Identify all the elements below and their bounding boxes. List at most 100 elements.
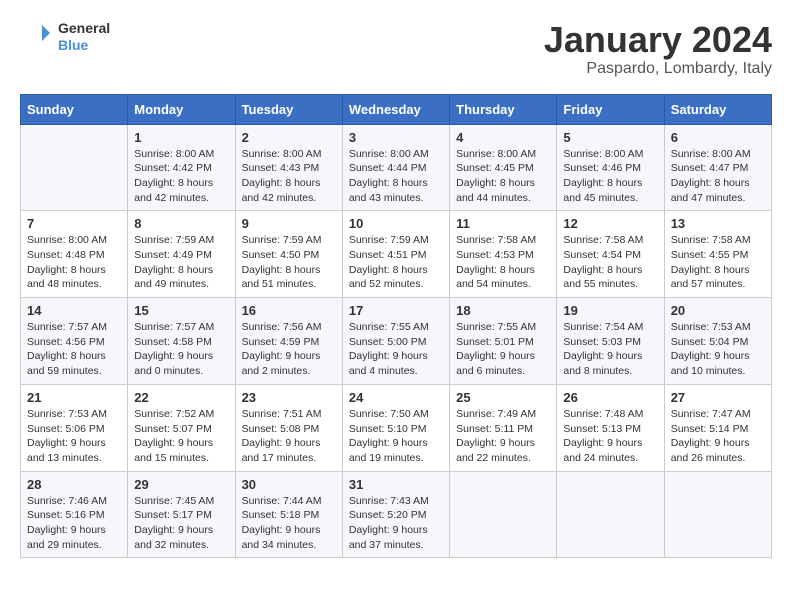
day-info: Sunrise: 7:50 AM Sunset: 5:10 PM Dayligh… <box>349 407 443 466</box>
day-info: Sunrise: 7:43 AM Sunset: 5:20 PM Dayligh… <box>349 494 443 553</box>
calendar-cell <box>557 471 664 558</box>
day-number: 26 <box>563 390 657 405</box>
day-info: Sunrise: 7:44 AM Sunset: 5:18 PM Dayligh… <box>242 494 336 553</box>
weekday-header: Sunday <box>21 94 128 124</box>
calendar-cell: 30 Sunrise: 7:44 AM Sunset: 5:18 PM Dayli… <box>235 471 342 558</box>
day-number: 28 <box>27 477 121 492</box>
calendar-cell: 27 Sunrise: 7:47 AM Sunset: 5:14 PM Dayli… <box>664 384 771 471</box>
logo-general: General <box>58 20 110 37</box>
day-info: Sunrise: 8:00 AM Sunset: 4:45 PM Dayligh… <box>456 147 550 206</box>
day-number: 13 <box>671 216 765 231</box>
calendar-cell: 15 Sunrise: 7:57 AM Sunset: 4:58 PM Dayli… <box>128 298 235 385</box>
day-info: Sunrise: 7:57 AM Sunset: 4:56 PM Dayligh… <box>27 320 121 379</box>
day-number: 9 <box>242 216 336 231</box>
calendar-cell: 20 Sunrise: 7:53 AM Sunset: 5:04 PM Dayli… <box>664 298 771 385</box>
day-number: 5 <box>563 130 657 145</box>
logo-graphic <box>20 21 52 53</box>
calendar-week-row: 1Sunrise: 8:00 AM Sunset: 4:42 PM Daylig… <box>21 124 772 211</box>
day-number: 27 <box>671 390 765 405</box>
calendar-cell: 22Sunrise: 7:52 AM Sunset: 5:07 PM Dayli… <box>128 384 235 471</box>
day-number: 10 <box>349 216 443 231</box>
day-info: Sunrise: 7:53 AM Sunset: 5:04 PM Dayligh… <box>671 320 765 379</box>
day-info: Sunrise: 7:59 AM Sunset: 4:49 PM Dayligh… <box>134 233 228 292</box>
calendar-cell: 14 Sunrise: 7:57 AM Sunset: 4:56 PM Dayli… <box>21 298 128 385</box>
day-number: 17 <box>349 303 443 318</box>
day-number: 16 <box>242 303 336 318</box>
calendar-cell: 5 Sunrise: 8:00 AM Sunset: 4:46 PM Daylig… <box>557 124 664 211</box>
logo-blue: Blue <box>58 37 110 54</box>
calendar-cell: 16 Sunrise: 7:56 AM Sunset: 4:59 PM Dayli… <box>235 298 342 385</box>
day-info: Sunrise: 8:00 AM Sunset: 4:46 PM Dayligh… <box>563 147 657 206</box>
weekday-header: Saturday <box>664 94 771 124</box>
day-number: 21 <box>27 390 121 405</box>
calendar-cell <box>21 124 128 211</box>
logo-container: General Blue <box>20 20 110 54</box>
calendar-cell: 9Sunrise: 7:59 AM Sunset: 4:50 PM Daylig… <box>235 211 342 298</box>
day-number: 19 <box>563 303 657 318</box>
calendar-cell: 12Sunrise: 7:58 AM Sunset: 4:54 PM Dayli… <box>557 211 664 298</box>
calendar-cell: 2 Sunrise: 8:00 AM Sunset: 4:43 PM Daylig… <box>235 124 342 211</box>
calendar-cell: 24 Sunrise: 7:50 AM Sunset: 5:10 PM Dayli… <box>342 384 449 471</box>
logo-text: General Blue <box>58 20 110 54</box>
location-subtitle: Paspardo, Lombardy, Italy <box>544 60 772 78</box>
day-number: 29 <box>134 477 228 492</box>
weekday-header: Friday <box>557 94 664 124</box>
day-number: 30 <box>242 477 336 492</box>
weekday-header: Tuesday <box>235 94 342 124</box>
logo: General Blue <box>20 20 110 54</box>
day-number: 14 <box>27 303 121 318</box>
calendar-week-row: 7Sunrise: 8:00 AM Sunset: 4:48 PM Daylig… <box>21 211 772 298</box>
calendar-cell <box>664 471 771 558</box>
calendar-cell: 29 Sunrise: 7:45 AM Sunset: 5:17 PM Dayli… <box>128 471 235 558</box>
day-number: 4 <box>456 130 550 145</box>
calendar-cell: 7Sunrise: 8:00 AM Sunset: 4:48 PM Daylig… <box>21 211 128 298</box>
month-title: January 2024 <box>544 20 772 60</box>
day-number: 2 <box>242 130 336 145</box>
day-number: 11 <box>456 216 550 231</box>
calendar-cell: 3 Sunrise: 8:00 AM Sunset: 4:44 PM Daylig… <box>342 124 449 211</box>
calendar-cell: 17 Sunrise: 7:55 AM Sunset: 5:00 PM Dayli… <box>342 298 449 385</box>
day-info: Sunrise: 7:55 AM Sunset: 5:00 PM Dayligh… <box>349 320 443 379</box>
day-info: Sunrise: 8:00 AM Sunset: 4:42 PM Dayligh… <box>134 147 228 206</box>
day-info: Sunrise: 7:56 AM Sunset: 4:59 PM Dayligh… <box>242 320 336 379</box>
day-info: Sunrise: 7:46 AM Sunset: 5:16 PM Dayligh… <box>27 494 121 553</box>
page-header: General Blue January 2024 Paspardo, Lomb… <box>20 20 772 78</box>
day-number: 25 <box>456 390 550 405</box>
day-number: 24 <box>349 390 443 405</box>
day-info: Sunrise: 7:58 AM Sunset: 4:54 PM Dayligh… <box>563 233 657 292</box>
day-info: Sunrise: 7:54 AM Sunset: 5:03 PM Dayligh… <box>563 320 657 379</box>
day-number: 7 <box>27 216 121 231</box>
day-info: Sunrise: 8:00 AM Sunset: 4:44 PM Dayligh… <box>349 147 443 206</box>
calendar-cell: 8Sunrise: 7:59 AM Sunset: 4:49 PM Daylig… <box>128 211 235 298</box>
day-info: Sunrise: 7:58 AM Sunset: 4:55 PM Dayligh… <box>671 233 765 292</box>
calendar-cell: 11Sunrise: 7:58 AM Sunset: 4:53 PM Dayli… <box>450 211 557 298</box>
day-info: Sunrise: 7:51 AM Sunset: 5:08 PM Dayligh… <box>242 407 336 466</box>
day-info: Sunrise: 7:45 AM Sunset: 5:17 PM Dayligh… <box>134 494 228 553</box>
day-number: 18 <box>456 303 550 318</box>
calendar-week-row: 21 Sunrise: 7:53 AM Sunset: 5:06 PM Dayli… <box>21 384 772 471</box>
calendar-cell: 28 Sunrise: 7:46 AM Sunset: 5:16 PM Dayli… <box>21 471 128 558</box>
header-row: SundayMondayTuesdayWednesdayThursdayFrid… <box>21 94 772 124</box>
day-info: Sunrise: 7:53 AM Sunset: 5:06 PM Dayligh… <box>27 407 121 466</box>
calendar-week-row: 28 Sunrise: 7:46 AM Sunset: 5:16 PM Dayli… <box>21 471 772 558</box>
day-info: Sunrise: 7:57 AM Sunset: 4:58 PM Dayligh… <box>134 320 228 379</box>
calendar-cell: 26 Sunrise: 7:48 AM Sunset: 5:13 PM Dayli… <box>557 384 664 471</box>
day-number: 3 <box>349 130 443 145</box>
day-info: Sunrise: 7:47 AM Sunset: 5:14 PM Dayligh… <box>671 407 765 466</box>
day-info: Sunrise: 7:52 AM Sunset: 5:07 PM Dayligh… <box>134 407 228 466</box>
day-info: Sunrise: 7:59 AM Sunset: 4:51 PM Dayligh… <box>349 233 443 292</box>
day-number: 15 <box>134 303 228 318</box>
calendar-cell: 21 Sunrise: 7:53 AM Sunset: 5:06 PM Dayli… <box>21 384 128 471</box>
calendar-cell: 4 Sunrise: 8:00 AM Sunset: 4:45 PM Daylig… <box>450 124 557 211</box>
day-info: Sunrise: 8:00 AM Sunset: 4:43 PM Dayligh… <box>242 147 336 206</box>
calendar-cell: 19 Sunrise: 7:54 AM Sunset: 5:03 PM Dayli… <box>557 298 664 385</box>
day-number: 6 <box>671 130 765 145</box>
calendar-cell: 6Sunrise: 8:00 AM Sunset: 4:47 PM Daylig… <box>664 124 771 211</box>
day-number: 31 <box>349 477 443 492</box>
weekday-header: Wednesday <box>342 94 449 124</box>
day-number: 20 <box>671 303 765 318</box>
day-info: Sunrise: 7:48 AM Sunset: 5:13 PM Dayligh… <box>563 407 657 466</box>
title-block: January 2024 Paspardo, Lombardy, Italy <box>544 20 772 78</box>
weekday-header: Monday <box>128 94 235 124</box>
day-number: 23 <box>242 390 336 405</box>
